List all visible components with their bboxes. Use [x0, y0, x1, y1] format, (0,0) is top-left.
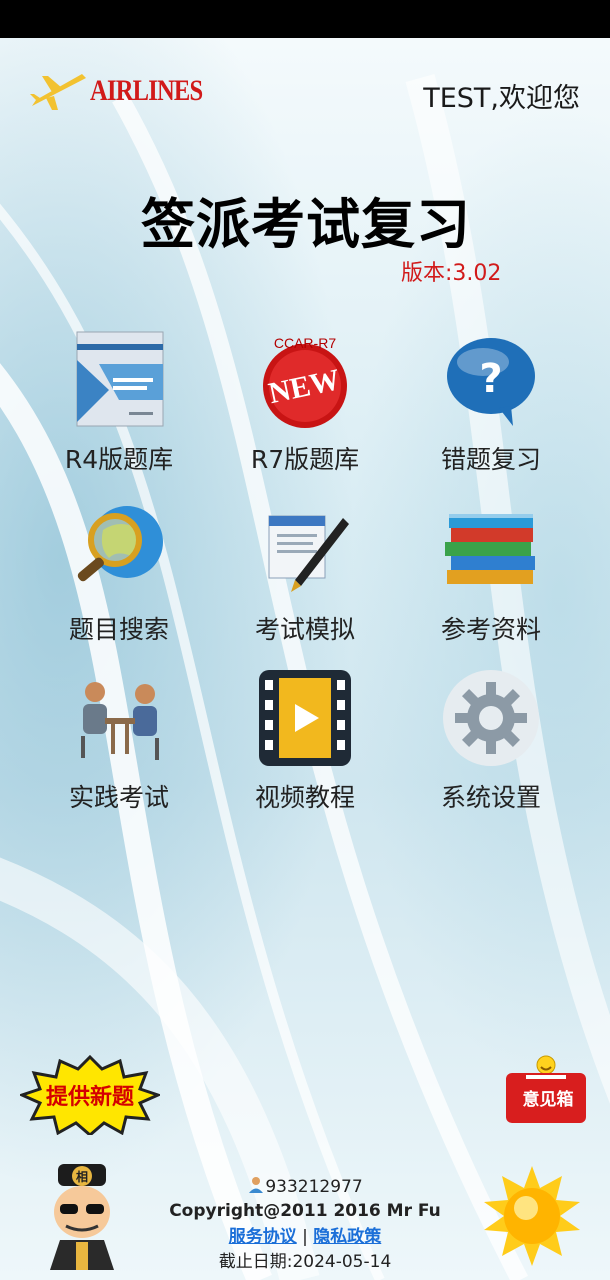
interview-people-icon: [69, 668, 169, 768]
welcome-text: TEST,欢迎您: [423, 83, 580, 114]
menu-item-references[interactable]: 参考资料: [398, 500, 584, 646]
gear-icon: [441, 668, 541, 768]
menu-label: 实践考试: [68, 783, 169, 812]
menu-label: 题目搜索: [68, 615, 169, 644]
books-stack-icon: [441, 500, 541, 600]
menu-label: 视频教程: [254, 783, 355, 812]
book-cover-icon: [69, 330, 169, 430]
page-title: 签派考试复习: [0, 180, 610, 259]
contact-person-icon: [247, 1176, 265, 1194]
logo-text: AIRLINES: [90, 74, 203, 107]
new-question-label: 提供新题: [45, 1085, 134, 1110]
deadline-date: 截止日期:2024-05-14: [218, 1252, 392, 1272]
new-question-button[interactable]: 提供新题: [20, 1055, 160, 1135]
menu-label: 系统设置: [440, 783, 541, 812]
airplane-icon: [30, 74, 86, 110]
service-agreement-link[interactable]: 服务协议: [229, 1227, 297, 1247]
menu-item-wrong-review[interactable]: ? 错题复习: [398, 330, 584, 476]
menu-item-settings[interactable]: 系统设置: [398, 668, 584, 814]
policy-links: 服务协议 | 隐私政策: [0, 1224, 610, 1250]
copyright: Copyright@2011 2016 Mr Fu: [169, 1201, 441, 1221]
link-separator: |: [296, 1227, 314, 1247]
question-bubble-icon: ?: [441, 330, 541, 430]
menu-item-exam-sim[interactable]: 考试模拟: [212, 500, 398, 646]
menu-item-practice[interactable]: 实践考试: [26, 668, 212, 814]
magnifier-globe-icon: [69, 500, 169, 600]
menu-item-video[interactable]: 视频教程: [212, 668, 398, 814]
menu-label: 错题复习: [440, 445, 541, 474]
contact-line: 933212977: [0, 1176, 610, 1198]
menu-item-r4-bank[interactable]: R4版题库: [26, 330, 212, 476]
svg-text:?: ?: [479, 356, 502, 402]
suggestion-box-label: 意见箱: [522, 1090, 574, 1110]
status-bar: [0, 0, 610, 38]
badge-top-text: CCAR-R7: [274, 335, 336, 351]
pen-document-icon: [255, 500, 355, 600]
page-title-text: 签派考试复习: [141, 193, 471, 256]
menu-label: R7版题库: [250, 445, 360, 474]
new-badge-icon: CCAR-R7 NEW: [255, 330, 355, 430]
menu-item-r7-bank[interactable]: CCAR-R7 NEW R7版题库: [212, 330, 398, 476]
menu-label: 参考资料: [440, 615, 541, 644]
version-label: 版本:3.02: [401, 261, 502, 286]
airlines-logo: AIRLINES: [28, 70, 203, 114]
contact-number: 933212977: [265, 1177, 363, 1197]
menu-label: 考试模拟: [254, 615, 355, 644]
footer: 933212977 Copyright@2011 2016 Mr Fu 服务协议…: [0, 1176, 610, 1274]
privacy-policy-link[interactable]: 隐私政策: [313, 1227, 381, 1247]
suggestion-box-button[interactable]: 意见箱: [502, 1055, 590, 1125]
menu-item-search[interactable]: 题目搜索: [26, 500, 212, 646]
film-play-icon: [255, 668, 355, 768]
menu-label: R4版题库: [64, 445, 174, 474]
